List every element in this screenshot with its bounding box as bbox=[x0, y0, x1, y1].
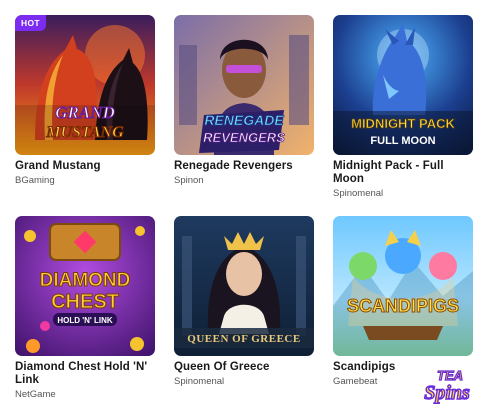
scandipigs-artwork: SCANDIPIGS bbox=[333, 216, 473, 356]
game-card-renegade-revengers[interactable]: RENEGADE REVENGERS Renegade Revengers Sp… bbox=[174, 15, 314, 187]
game-card-scandipigs[interactable]: SCANDIPIGS Scandipigs Gamebeat bbox=[333, 216, 473, 388]
renegade-revengers-artwork: RENEGADE REVENGERS bbox=[174, 15, 314, 155]
diamond-chest-artwork: DIAMOND CHEST HOLD 'N' LINK bbox=[15, 216, 155, 356]
grand-mustang-artwork: GRAND MUSTANG bbox=[15, 15, 155, 155]
game-provider: BGaming bbox=[15, 175, 55, 186]
art-title-line1: SCANDIPIGS bbox=[347, 296, 459, 316]
game-title[interactable]: Diamond Chest Hold 'N' Link bbox=[15, 361, 155, 387]
art-title-line2: FULL MOON bbox=[370, 135, 435, 147]
game-thumbnail[interactable]: RENEGADE REVENGERS bbox=[174, 15, 314, 155]
game-title[interactable]: Grand Mustang bbox=[15, 160, 155, 173]
art-title-line2: REVENGERS bbox=[203, 130, 285, 145]
game-provider: NetGame bbox=[15, 389, 56, 400]
game-card-midnight-pack[interactable]: MIDNIGHT PACK FULL MOON Midnight Pack - … bbox=[333, 15, 473, 200]
art-title-line2: MUSTANG bbox=[45, 124, 124, 141]
tea-spins-logo: TEA Spins bbox=[424, 367, 471, 404]
game-provider: Spinomenal bbox=[333, 188, 384, 199]
art-title-line1: QUEEN OF GREECE bbox=[187, 333, 300, 345]
queen-of-greece-artwork: QUEEN OF GREECE bbox=[174, 216, 314, 356]
art-title-line2: CHEST bbox=[51, 291, 119, 313]
game-card-queen-of-greece[interactable]: QUEEN OF GREECE Queen Of Greece Spinomen… bbox=[174, 216, 314, 388]
art-title-line1: MIDNIGHT PACK bbox=[351, 116, 455, 131]
game-title[interactable]: Queen Of Greece bbox=[174, 361, 314, 374]
game-thumbnail[interactable]: MIDNIGHT PACK FULL MOON bbox=[333, 15, 473, 155]
game-thumbnail[interactable]: QUEEN OF GREECE bbox=[174, 216, 314, 356]
art-title-line1: DIAMOND bbox=[40, 270, 131, 291]
midnight-pack-artwork: MIDNIGHT PACK FULL MOON bbox=[333, 15, 473, 155]
game-provider: Spinon bbox=[174, 175, 204, 186]
art-title-line1: RENEGADE bbox=[204, 112, 284, 128]
logo-line2: Spins bbox=[424, 382, 470, 404]
art-title-line3: HOLD 'N' LINK bbox=[57, 316, 113, 325]
game-thumbnail[interactable]: DIAMOND CHEST HOLD 'N' LINK bbox=[15, 216, 155, 356]
game-thumbnail[interactable]: GRAND MUSTANG HOT bbox=[15, 15, 155, 155]
game-title[interactable]: Renegade Revengers bbox=[174, 160, 314, 173]
hot-badge: HOT bbox=[15, 15, 46, 31]
logo-line1: TEA bbox=[437, 368, 463, 383]
art-title-line1: GRAND bbox=[55, 103, 115, 122]
game-provider: Spinomenal bbox=[174, 376, 225, 387]
game-thumbnail[interactable]: SCANDIPIGS bbox=[333, 216, 473, 356]
game-card-grand-mustang[interactable]: GRAND MUSTANG HOT Grand Mustang BGaming bbox=[15, 15, 155, 187]
game-title[interactable]: Midnight Pack - Full Moon bbox=[333, 160, 473, 186]
game-card-diamond-chest[interactable]: DIAMOND CHEST HOLD 'N' LINK Diamond Ches… bbox=[15, 216, 155, 401]
